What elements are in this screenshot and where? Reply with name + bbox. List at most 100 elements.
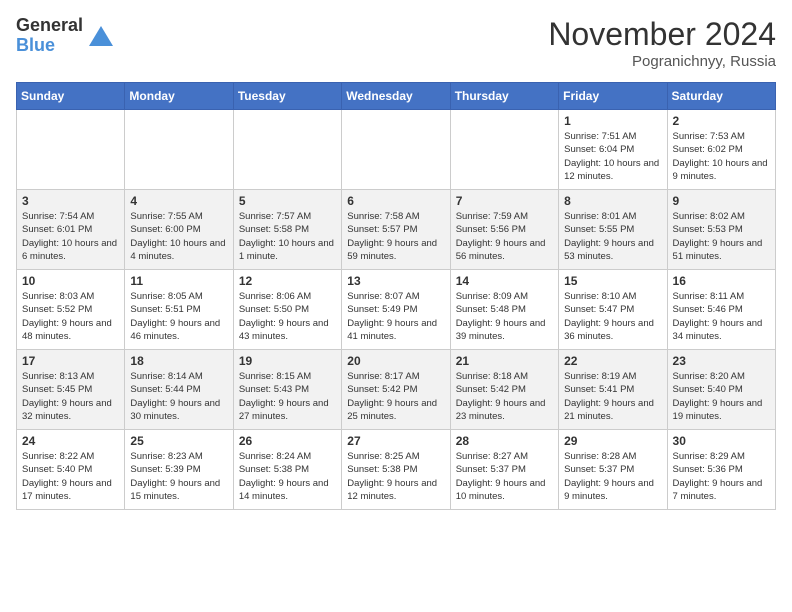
day-number: 17	[22, 354, 119, 368]
calendar-cell: 25 Sunrise: 8:23 AM Sunset: 5:39 PM Dayli…	[125, 430, 233, 510]
calendar-cell: 30 Sunrise: 8:29 AM Sunset: 5:36 PM Dayli…	[667, 430, 775, 510]
calendar-cell: 7 Sunrise: 7:59 AM Sunset: 5:56 PM Daylig…	[450, 190, 558, 270]
day-number: 20	[347, 354, 444, 368]
day-info: Sunrise: 8:27 AM Sunset: 5:37 PM Dayligh…	[456, 451, 546, 502]
day-info: Sunrise: 8:15 AM Sunset: 5:43 PM Dayligh…	[239, 371, 329, 422]
day-info: Sunrise: 8:02 AM Sunset: 5:53 PM Dayligh…	[673, 211, 763, 262]
day-number: 12	[239, 274, 336, 288]
day-info: Sunrise: 8:25 AM Sunset: 5:38 PM Dayligh…	[347, 451, 437, 502]
day-info: Sunrise: 8:29 AM Sunset: 5:36 PM Dayligh…	[673, 451, 763, 502]
calendar-cell	[450, 110, 558, 190]
day-number: 15	[564, 274, 661, 288]
calendar-cell: 22Sunrise: 8:19 AM Sunset: 5:41 PM Dayli…	[559, 350, 667, 430]
day-number: 29	[564, 434, 661, 448]
calendar-cell	[233, 110, 341, 190]
day-number: 10	[22, 274, 119, 288]
day-number: 23	[673, 354, 770, 368]
calendar-cell: 21 Sunrise: 8:18 AM Sunset: 5:42 PM Dayli…	[450, 350, 558, 430]
calendar-cell: 18 Sunrise: 8:14 AM Sunset: 5:44 PM Dayli…	[125, 350, 233, 430]
weekday-header-row: SundayMondayTuesdayWednesdayThursdayFrid…	[17, 83, 776, 110]
weekday-header: Friday	[559, 83, 667, 110]
day-info: Sunrise: 7:59 AM Sunset: 5:56 PM Dayligh…	[456, 211, 546, 262]
weekday-header: Monday	[125, 83, 233, 110]
calendar-cell: 5 Sunrise: 7:57 AM Sunset: 5:58 PM Daylig…	[233, 190, 341, 270]
day-number: 7	[456, 194, 553, 208]
day-info: Sunrise: 8:18 AM Sunset: 5:42 PM Dayligh…	[456, 371, 546, 422]
logo-blue-text: Blue	[16, 36, 83, 56]
calendar-cell	[125, 110, 233, 190]
day-number: 13	[347, 274, 444, 288]
calendar-cell: 20 Sunrise: 8:17 AM Sunset: 5:42 PM Dayli…	[342, 350, 450, 430]
day-info: Sunrise: 8:17 AM Sunset: 5:42 PM Dayligh…	[347, 371, 437, 422]
day-info: Sunrise: 8:06 AM Sunset: 5:50 PM Dayligh…	[239, 291, 329, 342]
day-info: Sunrise: 8:03 AM Sunset: 5:52 PM Dayligh…	[22, 291, 112, 342]
page-header: General Blue November 2024 Pogranichnyy,…	[16, 16, 776, 70]
location: Pogranichnyy, Russia	[548, 53, 776, 70]
calendar-cell	[17, 110, 125, 190]
calendar-cell: 13 Sunrise: 8:07 AM Sunset: 5:49 PM Dayli…	[342, 270, 450, 350]
calendar-cell: 16Sunrise: 8:11 AM Sunset: 5:46 PM Dayli…	[667, 270, 775, 350]
day-number: 19	[239, 354, 336, 368]
day-info: Sunrise: 8:22 AM Sunset: 5:40 PM Dayligh…	[22, 451, 112, 502]
day-number: 18	[130, 354, 227, 368]
calendar-cell: 24 Sunrise: 8:22 AM Sunset: 5:40 PM Dayli…	[17, 430, 125, 510]
title-block: November 2024 Pogranichnyy, Russia	[548, 16, 776, 70]
calendar-cell: 11 Sunrise: 8:05 AM Sunset: 5:51 PM Dayli…	[125, 270, 233, 350]
day-info: Sunrise: 7:53 AM Sunset: 6:02 PM Dayligh…	[673, 131, 768, 182]
day-number: 9	[673, 194, 770, 208]
calendar-cell: 26 Sunrise: 8:24 AM Sunset: 5:38 PM Dayli…	[233, 430, 341, 510]
day-number: 2	[673, 114, 770, 128]
calendar-week-row: 10 Sunrise: 8:03 AM Sunset: 5:52 PM Dayli…	[17, 270, 776, 350]
day-info: Sunrise: 7:51 AM Sunset: 6:04 PM Dayligh…	[564, 131, 659, 182]
day-number: 26	[239, 434, 336, 448]
day-number: 1	[564, 114, 661, 128]
calendar-week-row: 1 Sunrise: 7:51 AM Sunset: 6:04 PM Daylig…	[17, 110, 776, 190]
day-number: 30	[673, 434, 770, 448]
calendar-cell: 29Sunrise: 8:28 AM Sunset: 5:37 PM Dayli…	[559, 430, 667, 510]
calendar-cell: 9 Sunrise: 8:02 AM Sunset: 5:53 PM Daylig…	[667, 190, 775, 270]
logo-icon	[87, 22, 115, 50]
logo: General Blue	[16, 16, 115, 56]
calendar-cell: 27Sunrise: 8:25 AM Sunset: 5:38 PM Dayli…	[342, 430, 450, 510]
weekday-header: Saturday	[667, 83, 775, 110]
day-info: Sunrise: 8:05 AM Sunset: 5:51 PM Dayligh…	[130, 291, 220, 342]
weekday-header: Tuesday	[233, 83, 341, 110]
day-number: 3	[22, 194, 119, 208]
day-number: 24	[22, 434, 119, 448]
calendar-table: SundayMondayTuesdayWednesdayThursdayFrid…	[16, 82, 776, 510]
weekday-header: Wednesday	[342, 83, 450, 110]
calendar-cell: 28Sunrise: 8:27 AM Sunset: 5:37 PM Dayli…	[450, 430, 558, 510]
weekday-header: Thursday	[450, 83, 558, 110]
calendar-cell: 15 Sunrise: 8:10 AM Sunset: 5:47 PM Dayli…	[559, 270, 667, 350]
day-number: 25	[130, 434, 227, 448]
calendar-cell: 10 Sunrise: 8:03 AM Sunset: 5:52 PM Dayli…	[17, 270, 125, 350]
calendar-cell: 19 Sunrise: 8:15 AM Sunset: 5:43 PM Dayli…	[233, 350, 341, 430]
day-info: Sunrise: 7:57 AM Sunset: 5:58 PM Dayligh…	[239, 211, 334, 262]
day-number: 21	[456, 354, 553, 368]
day-number: 8	[564, 194, 661, 208]
day-info: Sunrise: 8:19 AM Sunset: 5:41 PM Dayligh…	[564, 371, 654, 422]
calendar-cell	[342, 110, 450, 190]
day-number: 5	[239, 194, 336, 208]
day-info: Sunrise: 8:07 AM Sunset: 5:49 PM Dayligh…	[347, 291, 437, 342]
calendar-cell: 17 Sunrise: 8:13 AM Sunset: 5:45 PM Dayli…	[17, 350, 125, 430]
calendar-cell: 3Sunrise: 7:54 AM Sunset: 6:01 PM Daylig…	[17, 190, 125, 270]
day-number: 4	[130, 194, 227, 208]
calendar-cell: 14Sunrise: 8:09 AM Sunset: 5:48 PM Dayli…	[450, 270, 558, 350]
day-info: Sunrise: 8:14 AM Sunset: 5:44 PM Dayligh…	[130, 371, 220, 422]
calendar-week-row: 3Sunrise: 7:54 AM Sunset: 6:01 PM Daylig…	[17, 190, 776, 270]
day-info: Sunrise: 8:13 AM Sunset: 5:45 PM Dayligh…	[22, 371, 112, 422]
day-info: Sunrise: 8:20 AM Sunset: 5:40 PM Dayligh…	[673, 371, 763, 422]
calendar-cell: 1 Sunrise: 7:51 AM Sunset: 6:04 PM Daylig…	[559, 110, 667, 190]
day-info: Sunrise: 8:01 AM Sunset: 5:55 PM Dayligh…	[564, 211, 654, 262]
day-number: 6	[347, 194, 444, 208]
day-info: Sunrise: 8:23 AM Sunset: 5:39 PM Dayligh…	[130, 451, 220, 502]
day-info: Sunrise: 7:58 AM Sunset: 5:57 PM Dayligh…	[347, 211, 437, 262]
day-info: Sunrise: 8:10 AM Sunset: 5:47 PM Dayligh…	[564, 291, 654, 342]
day-info: Sunrise: 8:24 AM Sunset: 5:38 PM Dayligh…	[239, 451, 329, 502]
day-number: 11	[130, 274, 227, 288]
day-number: 16	[673, 274, 770, 288]
calendar-cell: 2 Sunrise: 7:53 AM Sunset: 6:02 PM Daylig…	[667, 110, 775, 190]
calendar-cell: 8 Sunrise: 8:01 AM Sunset: 5:55 PM Daylig…	[559, 190, 667, 270]
calendar-cell: 4Sunrise: 7:55 AM Sunset: 6:00 PM Daylig…	[125, 190, 233, 270]
